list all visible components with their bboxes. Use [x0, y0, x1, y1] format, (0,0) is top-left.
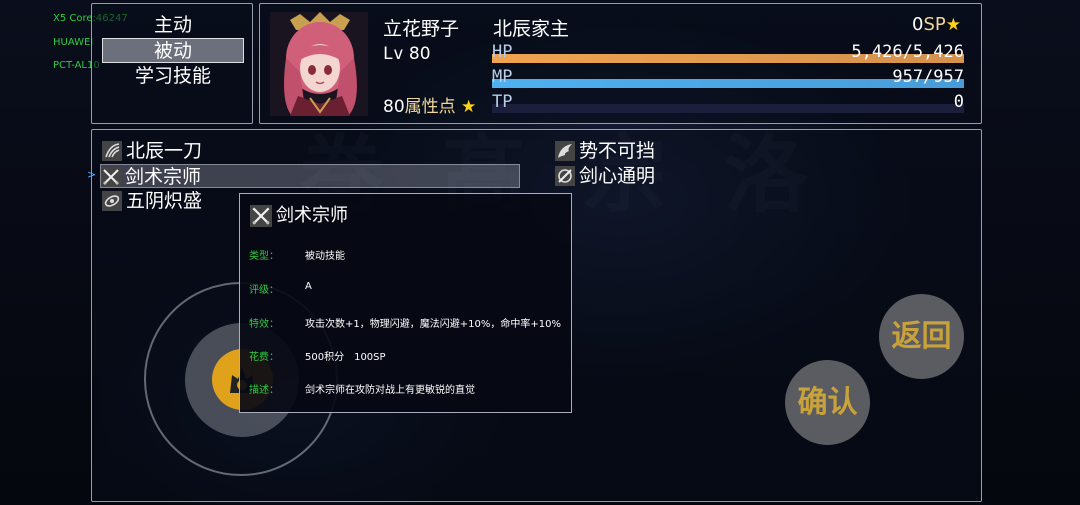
wind-slash-icon [102, 141, 122, 161]
menu-item-active[interactable]: 主动 [102, 13, 244, 38]
wing-icon [555, 141, 575, 161]
actor-status-panel: 立花野子 Lv 80 80属性点 ★ 北辰家主 0SP★ HP 5,426/5,… [259, 3, 982, 124]
stars-icon: ★ [945, 15, 961, 35]
actor-class: 北辰家主 [493, 18, 570, 40]
mp-gauge: MP 957/957 [492, 67, 964, 88]
system-brand-text: HUAWEI [53, 37, 94, 48]
crossed-swords-icon [250, 205, 272, 227]
help-title: 剑术宗师 [250, 204, 348, 228]
menu-item-learn[interactable]: 学习技能 [102, 64, 244, 89]
actor-attribute-points: 80属性点 ★ [383, 97, 477, 117]
actor-name: 立花野子 [383, 18, 460, 40]
fire-swirl-icon [102, 191, 122, 211]
tp-gauge: TP 0 [492, 92, 964, 113]
back-button[interactable]: 返回 [879, 294, 964, 379]
hp-gauge: HP 5,426/5,426 [492, 42, 964, 63]
skill-item[interactable]: 剑心通明 [555, 164, 755, 188]
skill-points: 0SP★ [912, 14, 961, 35]
actor-level: Lv 80 [383, 44, 431, 64]
actor-portrait [270, 12, 368, 116]
sword-heart-icon [555, 166, 575, 186]
menu-item-passive[interactable]: 被动 [102, 38, 244, 63]
crossed-swords-icon [101, 167, 121, 187]
skill-help-window: 剑术宗师 类型： 被动技能 评级： A 特效： 攻击次数+1，物理闪避，魔法闪避+10… [239, 193, 572, 413]
cursor-arrow-icon: > [87, 168, 97, 181]
skill-item[interactable]: 北辰一刀 [102, 139, 302, 163]
skill-type-menu: 主动 被动 学习技能 [91, 3, 253, 124]
confirm-button[interactable]: 确认 [785, 360, 870, 445]
star-icon: ★ [461, 97, 477, 117]
skill-item-selected[interactable]: 剑术宗师 [100, 164, 520, 188]
skill-item[interactable]: 势不可挡 [555, 139, 755, 163]
